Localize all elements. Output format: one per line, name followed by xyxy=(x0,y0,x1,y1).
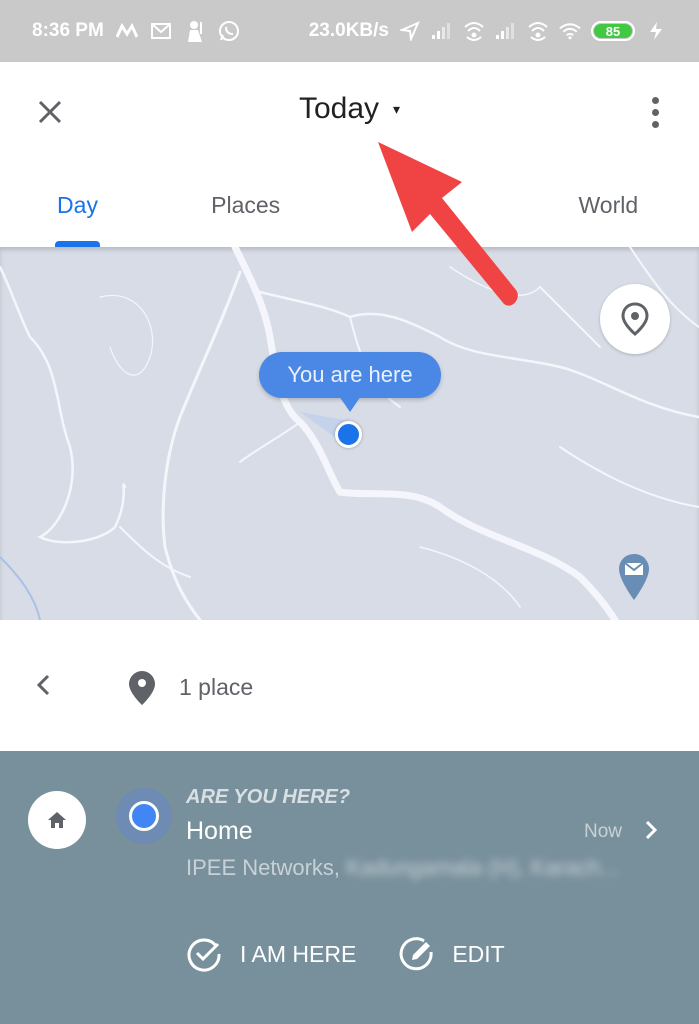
signal-icon xyxy=(495,20,517,42)
visit-card[interactable]: ARE YOU HERE? Home Now IPEE Networks, Ka… xyxy=(0,751,699,1024)
check-circle-icon xyxy=(187,938,221,972)
address-visible: IPEE Networks, xyxy=(186,855,347,880)
chevron-left-icon xyxy=(36,674,50,696)
home-badge xyxy=(28,791,86,849)
current-location-dot xyxy=(335,421,362,448)
hotspot-icon xyxy=(527,20,549,42)
network-speed: 23.0KB/s xyxy=(308,20,389,41)
more-options-icon xyxy=(651,96,659,104)
battery-indicator: 85 xyxy=(591,21,635,41)
visit-dot xyxy=(129,801,159,831)
place-count: 1 place xyxy=(179,674,254,700)
tab-places[interactable]: Places xyxy=(155,182,336,247)
address-redacted: Kadungamala (H), Karach... xyxy=(346,855,619,880)
app-icon xyxy=(184,20,206,42)
app-bar: Today ▾ Day Places es World xyxy=(0,62,699,247)
bubble-pointer xyxy=(339,396,361,412)
edit-label: EDIT xyxy=(452,940,505,967)
previous-day-button[interactable] xyxy=(28,668,58,702)
whatsapp-icon xyxy=(218,20,240,42)
place-address: IPEE Networks, Kadungamala (H), Karach..… xyxy=(186,855,619,881)
i-am-here-button[interactable]: I AM HERE xyxy=(186,936,356,972)
edit-circle-icon xyxy=(399,937,433,971)
chevron-right-icon xyxy=(645,820,658,840)
place-name[interactable]: Home xyxy=(186,817,253,846)
battery-level: 85 xyxy=(594,24,632,39)
date-selector[interactable]: Today ▾ xyxy=(0,92,699,126)
wifi-icon xyxy=(559,20,581,42)
charging-icon xyxy=(645,20,667,42)
you-are-here-bubble: You are here xyxy=(259,352,441,398)
location-arrow-icon xyxy=(399,20,421,42)
edit-button[interactable]: EDIT xyxy=(398,936,505,972)
tab-bar: Day Places es World xyxy=(0,182,699,247)
m-app-icon xyxy=(115,20,138,42)
visit-actions: I AM HERE EDIT xyxy=(186,936,505,972)
location-pin-icon xyxy=(621,302,649,336)
day-summary: 1 place xyxy=(0,620,699,751)
i-am-here-label: I AM HERE xyxy=(240,940,357,967)
status-time: 8:36 PM xyxy=(32,20,104,41)
status-bar: 8:36 PM 23.0KB/s 85 xyxy=(0,0,699,62)
open-visit-button[interactable] xyxy=(644,819,658,846)
tab-world[interactable]: World xyxy=(518,182,699,247)
gmail-icon xyxy=(150,20,172,42)
tab-day[interactable]: Day xyxy=(0,182,155,247)
hotspot-icon xyxy=(463,20,485,42)
dropdown-caret-icon: ▾ xyxy=(393,100,401,117)
page-title: Today xyxy=(298,92,380,125)
visit-marker xyxy=(116,788,172,844)
my-location-button[interactable] xyxy=(600,284,670,354)
visit-prompt: ARE YOU HERE? xyxy=(186,786,351,808)
home-icon xyxy=(48,812,66,828)
visit-time: Now xyxy=(584,821,623,842)
place-pin-icon xyxy=(128,670,156,711)
post-office-pin-icon[interactable] xyxy=(617,552,651,607)
signal-icon xyxy=(431,20,453,42)
annotation-arrow xyxy=(378,142,518,306)
more-options-button[interactable] xyxy=(645,92,665,132)
